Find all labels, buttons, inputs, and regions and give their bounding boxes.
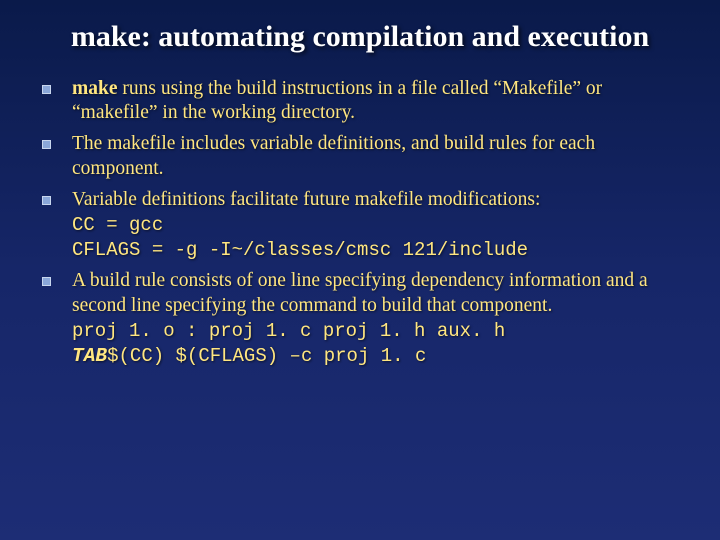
- bullet-text: runs using the build instructions in a f…: [72, 78, 602, 124]
- slide: make: automating compilation and executi…: [0, 0, 720, 540]
- square-bullet-icon: [42, 140, 51, 149]
- bullet-item: The makefile includes variable definitio…: [42, 132, 684, 182]
- slide-title: make: automating compilation and executi…: [36, 20, 684, 55]
- code-line: proj 1. o : proj 1. c proj 1. h aux. h: [72, 320, 505, 342]
- tab-indicator: TAB: [72, 345, 107, 367]
- square-bullet-icon: [42, 196, 51, 205]
- bullet-list: make runs using the build instructions i…: [36, 77, 684, 369]
- bullet-item: Variable definitions facilitate future m…: [42, 188, 684, 263]
- bullet-lead: make: [72, 78, 118, 99]
- bullet-text: A build rule consists of one line specif…: [72, 270, 648, 316]
- square-bullet-icon: [42, 85, 51, 94]
- bullet-item: A build rule consists of one line specif…: [42, 269, 684, 369]
- bullet-text: The makefile includes variable definitio…: [72, 133, 595, 179]
- square-bullet-icon: [42, 277, 51, 286]
- code-line: CFLAGS = -g -I~/classes/cmsc 121/include: [72, 239, 528, 261]
- bullet-text: Variable definitions facilitate future m…: [72, 189, 540, 210]
- code-line: CC = gcc: [72, 214, 163, 236]
- code-line: $(CC) $(CFLAGS) –c proj 1. c: [107, 345, 426, 367]
- bullet-item: make runs using the build instructions i…: [42, 77, 684, 127]
